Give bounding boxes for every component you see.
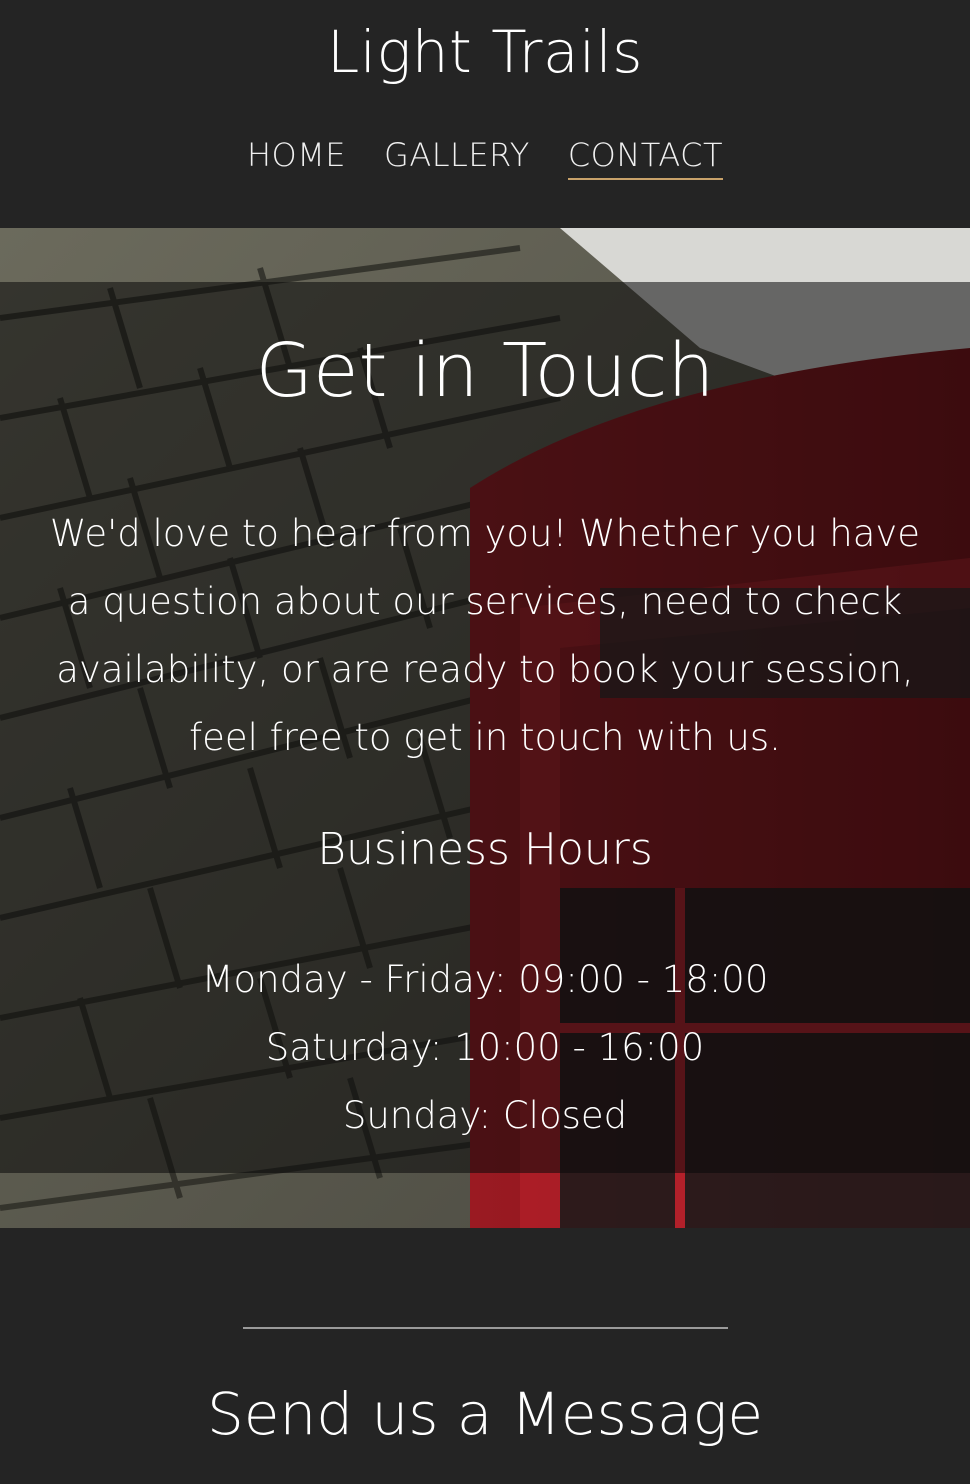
- nav-item-gallery[interactable]: GALLERY: [384, 136, 530, 180]
- main-nav: HOME GALLERY CONTACT: [0, 136, 970, 180]
- send-message-heading: Send us a Message: [206, 1380, 764, 1448]
- contact-hero: Get in Touch We'd love to hear from you!…: [0, 228, 970, 1228]
- page-edge: [970, 0, 974, 1484]
- nav-item-contact[interactable]: CONTACT: [567, 136, 724, 180]
- page-title: Get in Touch: [255, 328, 715, 414]
- business-hours-list: Monday - Friday: 09:00 - 18:00 Saturday:…: [0, 946, 970, 1150]
- business-hours-heading: Business Hours: [317, 824, 653, 875]
- section-divider: [243, 1327, 728, 1329]
- site-header: Light Trails HOME GALLERY CONTACT: [0, 0, 970, 228]
- contact-intro-text: We'd love to hear from you! Whether you …: [49, 512, 921, 759]
- hours-weekday: Monday - Friday: 09:00 - 18:00: [201, 958, 769, 1001]
- hours-saturday: Saturday: 10:00 - 16:00: [265, 1026, 705, 1069]
- nav-item-home[interactable]: HOME: [247, 136, 346, 180]
- site-title[interactable]: Light Trails: [0, 18, 970, 86]
- hours-sunday: Sunday: Closed: [342, 1094, 628, 1137]
- message-section: Send us a Message: [0, 1228, 970, 1484]
